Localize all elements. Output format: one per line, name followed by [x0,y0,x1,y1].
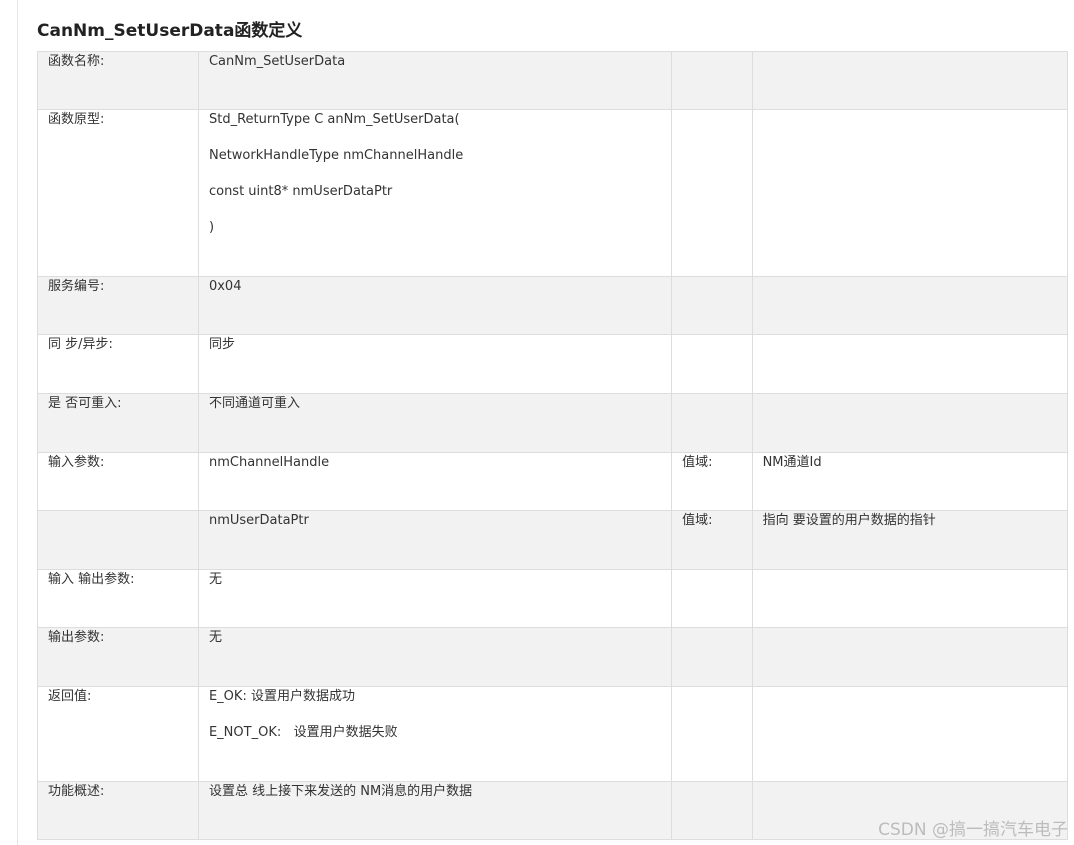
value-line: NetworkHandleType nmChannelHandle [208,148,464,163]
row-field [671,781,753,840]
row-label: 输入参数: [37,452,199,511]
row-range [751,627,1069,687]
row-value: E_OK: 设置用户数据成功 E_NOT_OK: 设置用户数据失败 [197,686,673,782]
row-value: CanNm_SetUserData [197,51,673,110]
row-field [671,334,753,394]
row-range [751,334,1069,394]
row-label [37,510,199,570]
row-field [671,109,753,277]
table-row: nmUserDataPtr 值域: 指向 要设置的用户数据的指针 [37,510,1069,570]
row-label: 输出参数: [37,627,199,687]
row-field [671,276,753,335]
row-value: 不同通道可重入 [197,393,673,453]
row-range: 指向 要设置的用户数据的指针 [751,510,1069,570]
row-label: 函数原型: [37,109,199,277]
value-line: 无 [208,630,222,645]
value-line: ) [208,220,215,235]
row-value: nmChannelHandle [197,452,673,511]
value-line: 设置总 线上接下来发送的 NM消息的用户数据 [208,784,473,799]
row-value: 无 [197,569,673,628]
table-row: 输入参数: nmChannelHandle 值域: NM通道Id [37,452,1069,511]
csdn-watermark: CSDN @搞一搞汽车电子 [878,820,1068,840]
row-field [671,686,753,782]
row-value: 0x04 [197,276,673,335]
table-row: 输入 输出参数: 无 [37,569,1069,628]
row-range [751,686,1069,782]
table-row: 同 步/异步: 同步 [37,334,1069,394]
row-value: 无 [197,627,673,687]
row-field [671,569,753,628]
row-label: 服务编号: [37,276,199,335]
row-value: 设置总 线上接下来发送的 NM消息的用户数据 [197,781,673,840]
row-field [671,393,753,453]
table-row: 输出参数: 无 [37,627,1069,687]
row-range [751,109,1069,277]
row-field: 值域: [671,452,753,511]
value-line: const uint8* nmUserDataPtr [208,184,393,199]
page: CanNm_SetUserData函数定义 函数名称: CanNm_SetUse… [0,0,1074,845]
value-line: nmChannelHandle [208,455,330,470]
row-label: 函数名称: [37,51,199,110]
function-definition-table: 函数名称: CanNm_SetUserData 函数原型: Std_Return… [37,51,1069,840]
value-line: CanNm_SetUserData [208,54,346,69]
value-line: 0x04 [208,279,242,294]
value-line: 同步 [208,337,235,352]
row-label: 返回值: [37,686,199,782]
row-range [751,51,1069,110]
value-line: E_OK: 设置用户数据成功 [208,689,355,704]
section-title: CanNm_SetUserData函数定义 [37,21,303,41]
row-range: NM通道Id [751,452,1069,511]
row-field [671,627,753,687]
row-field: 值域: [671,510,753,570]
table-row: 函数原型: Std_ReturnType C anNm_SetUserData(… [37,109,1069,277]
row-value: Std_ReturnType C anNm_SetUserData( Netwo… [197,109,673,277]
value-line: E_NOT_OK: 设置用户数据失败 [208,725,398,740]
left-divider [17,0,18,845]
table-row: 服务编号: 0x04 [37,276,1069,335]
row-label: 同 步/异步: [37,334,199,394]
row-label: 功能概述: [37,781,199,840]
value-line: nmUserDataPtr [208,513,309,528]
row-range [751,569,1069,628]
row-value: nmUserDataPtr [197,510,673,570]
row-label: 输入 输出参数: [37,569,199,628]
table-row: 是 否可重入: 不同通道可重入 [37,393,1069,453]
row-range [751,393,1069,453]
row-field [671,51,753,110]
table-row: 返回值: E_OK: 设置用户数据成功 E_NOT_OK: 设置用户数据失败 [37,686,1069,782]
value-line: Std_ReturnType C anNm_SetUserData( [208,112,460,127]
row-range [751,276,1069,335]
table-row: 函数名称: CanNm_SetUserData [37,51,1069,110]
value-line: 无 [208,572,222,587]
row-value: 同步 [197,334,673,394]
row-label: 是 否可重入: [37,393,199,453]
value-line: 不同通道可重入 [208,396,300,411]
